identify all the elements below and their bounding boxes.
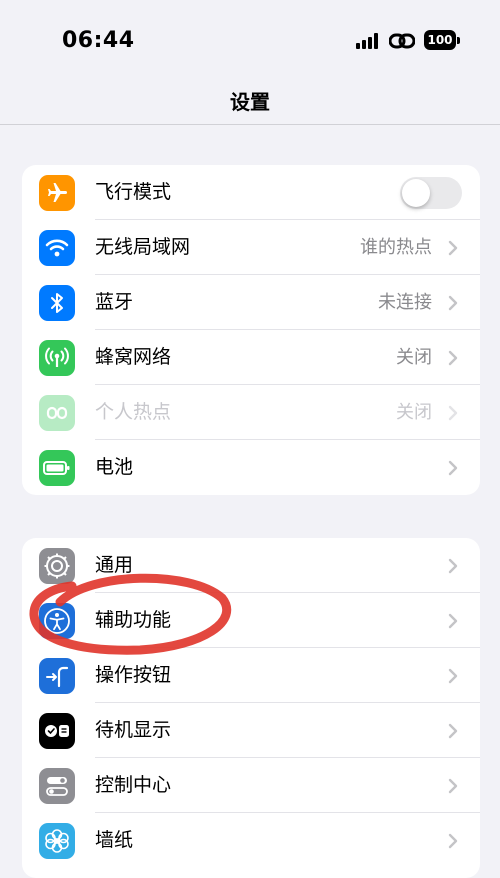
accessibility-icon (39, 603, 75, 639)
chevron-right-icon (448, 668, 458, 684)
settings-row-control-center[interactable]: 控制中心 (22, 758, 480, 813)
control-center-icon (39, 768, 75, 804)
settings-group-connectivity: 飞行模式 无线局域网 谁的热点 蓝牙 未连接 蜂窝网络 关闭 个人热点 关闭 电… (22, 165, 480, 495)
row-label: 通用 (95, 554, 134, 576)
cellular-signal-icon (356, 33, 382, 49)
row-value: 关闭 (396, 402, 432, 423)
battery-icon (39, 450, 75, 486)
row-label: 控制中心 (95, 774, 172, 796)
row-label: 操作按钮 (95, 664, 172, 686)
row-label: 辅助功能 (95, 609, 172, 631)
settings-row-standby[interactable]: 待机显示 (22, 703, 480, 758)
chevron-right-icon (448, 778, 458, 794)
chevron-right-icon (448, 723, 458, 739)
chevron-right-icon (448, 240, 458, 256)
hotspot-icon (39, 395, 75, 431)
status-time: 06:44 (62, 28, 135, 53)
cellular-icon (39, 340, 75, 376)
chevron-right-icon (448, 613, 458, 629)
gear-icon (39, 548, 75, 584)
row-label: 无线局域网 (95, 236, 191, 258)
row-label: 待机显示 (95, 719, 172, 741)
wallpaper-icon (39, 823, 75, 859)
settings-row-personal-hotspot: 个人热点 关闭 (22, 385, 480, 440)
settings-row-battery[interactable]: 电池 (22, 440, 480, 495)
airplane-mode-toggle[interactable] (400, 177, 462, 209)
row-value: 谁的热点 (360, 237, 432, 258)
row-label: 飞行模式 (95, 181, 172, 203)
row-label: 个人热点 (95, 401, 172, 423)
row-value: 关闭 (396, 347, 432, 368)
chevron-right-icon (448, 405, 458, 421)
settings-row-general[interactable]: 通用 (22, 538, 480, 593)
settings-row-cellular[interactable]: 蜂窝网络 关闭 (22, 330, 480, 385)
battery-level-icon: 100 (424, 30, 456, 50)
chevron-right-icon (448, 833, 458, 849)
settings-group-general: 通用 辅助功能 操作按钮 待机显示 控制中心 墙纸 (22, 538, 480, 878)
settings-row-wallpaper[interactable]: 墙纸 (22, 813, 480, 868)
standby-icon (39, 713, 75, 749)
page-title: 设置 (230, 90, 270, 114)
chevron-right-icon (448, 460, 458, 476)
airplane-icon (39, 175, 75, 211)
row-label: 墙纸 (95, 829, 134, 851)
battery-nub (457, 37, 460, 44)
wifi-icon (39, 230, 75, 266)
personal-hotspot-link-icon (389, 33, 415, 49)
settings-row-action-button[interactable]: 操作按钮 (22, 648, 480, 703)
chevron-right-icon (448, 350, 458, 366)
row-label: 蓝牙 (95, 291, 134, 313)
settings-row-airplane-mode[interactable]: 飞行模式 (22, 165, 480, 220)
settings-row-wifi[interactable]: 无线局域网 谁的热点 (22, 220, 480, 275)
row-label: 蜂窝网络 (95, 346, 172, 368)
chevron-right-icon (448, 558, 458, 574)
status-bar: 06:44 100 (0, 0, 500, 80)
row-value: 未连接 (378, 292, 432, 313)
bluetooth-icon (39, 285, 75, 321)
settings-row-bluetooth[interactable]: 蓝牙 未连接 (22, 275, 480, 330)
settings-row-accessibility[interactable]: 辅助功能 (22, 593, 480, 648)
row-label: 电池 (95, 456, 134, 478)
nav-divider (0, 124, 500, 125)
chevron-right-icon (448, 295, 458, 311)
action-button-icon (39, 658, 75, 694)
